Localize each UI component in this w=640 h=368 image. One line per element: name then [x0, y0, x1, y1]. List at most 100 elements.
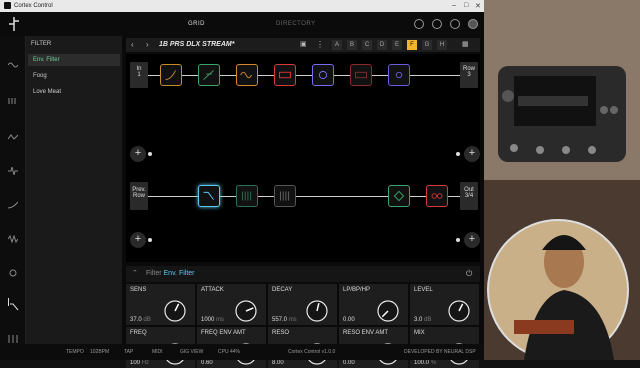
knob-dial-icon[interactable]	[447, 299, 471, 323]
add-symbol: +	[468, 147, 476, 159]
param-value[interactable]: 0.00	[343, 317, 355, 323]
param-number: 100.0	[414, 360, 430, 366]
param-value[interactable]: 557.0 ms	[272, 317, 297, 323]
slot-c[interactable]: C	[362, 40, 372, 50]
param-attack: ATTACK 1000 ms	[197, 284, 266, 325]
block-amp[interactable]	[274, 64, 296, 86]
row2-output[interactable]: Out 3/4	[460, 182, 478, 210]
row1-output-num: 3	[467, 72, 471, 78]
knob-dial-icon[interactable]	[376, 299, 400, 323]
collapse-icon[interactable]: ⌃	[132, 269, 138, 277]
add-row-button[interactable]: +	[464, 146, 480, 162]
block-delay[interactable]	[236, 185, 258, 207]
midi-button[interactable]: MIDI	[152, 349, 163, 355]
slot-f[interactable]: F	[407, 40, 417, 50]
param-number: 0.00	[343, 317, 355, 323]
power-icon[interactable]	[432, 19, 442, 29]
fx-item-foog[interactable]: Foog	[28, 70, 120, 82]
block-looper[interactable]	[426, 185, 448, 207]
param-value[interactable]: 37.0 dB	[130, 317, 151, 323]
cab-icon[interactable]	[7, 128, 19, 140]
eq-icon[interactable]	[7, 196, 19, 209]
tap-button[interactable]: TAP	[124, 349, 133, 355]
preset-name[interactable]: 1B PRS DLX STREAM*	[159, 41, 234, 48]
maximize-button[interactable]: □	[464, 2, 468, 9]
knob-dial-icon[interactable]	[163, 299, 187, 323]
param-label: SENS	[130, 287, 147, 293]
param-label: LP/BP/HP	[343, 287, 371, 293]
block-ir[interactable]	[388, 64, 410, 86]
save-icon[interactable]: ▣	[300, 40, 307, 48]
scene-grid-icon[interactable]: ▦	[462, 40, 469, 48]
add-row-button[interactable]: +	[464, 232, 480, 248]
block-gate[interactable]	[388, 185, 410, 207]
app-window: Cortex Control – □ ✕ GRID DIRECTORY FILT…	[0, 0, 484, 368]
more-icon[interactable]: ⋮	[316, 40, 324, 49]
row2-input-sublabel: Row	[132, 193, 145, 199]
drive-icon[interactable]	[8, 162, 18, 176]
add-symbol: +	[468, 233, 476, 245]
row1-input[interactable]: In 1	[130, 62, 148, 88]
gig-view-button[interactable]: GIG VIEW	[180, 349, 203, 355]
param-label: RESO	[272, 330, 290, 336]
close-button[interactable]: ✕	[475, 2, 481, 10]
tab-directory[interactable]: DIRECTORY	[276, 21, 316, 27]
tempo-value[interactable]: 102BPM	[90, 349, 109, 355]
fx-category-header: FILTER	[31, 41, 52, 47]
param-lp-bp-hp: LP/BP/HP 0.00	[339, 284, 408, 325]
slot-h[interactable]: H	[437, 40, 447, 50]
slot-b[interactable]: B	[347, 40, 357, 50]
row2-input[interactable]: Prev. Row	[130, 182, 148, 210]
row1-output[interactable]: Row 3	[460, 62, 478, 88]
modulation-icon[interactable]	[7, 230, 19, 244]
slot-e[interactable]: E	[392, 40, 402, 50]
knob-dial-icon[interactable]	[234, 299, 258, 323]
slot-a[interactable]: A	[332, 40, 342, 50]
block-drive[interactable]	[236, 64, 258, 86]
fx-list-panel: FILTER Env. Filter Foog Love Meat	[26, 36, 122, 344]
signal-grid: In 1 Row 3 + + Prev. Row Out 3/4 + +	[126, 54, 480, 262]
knob-dial-icon[interactable]	[305, 299, 329, 323]
user-icon[interactable]	[468, 19, 478, 29]
block-env-filter[interactable]	[198, 185, 220, 207]
utility-icon[interactable]	[8, 264, 18, 277]
slot-g[interactable]: G	[422, 40, 432, 50]
version-label: Cortex Control v1.0.0	[288, 349, 336, 355]
param-value[interactable]: 100 Hz	[130, 360, 149, 366]
fx-item-love-meat[interactable]: Love Meat	[28, 86, 120, 98]
param-value[interactable]: 0.00	[343, 360, 355, 366]
add-row-button[interactable]: +	[130, 146, 146, 162]
add-row-button[interactable]: +	[130, 232, 146, 248]
param-value[interactable]: 100.0 %	[414, 360, 436, 366]
next-preset-icon[interactable]: ›	[146, 40, 149, 49]
param-value[interactable]: 0.60	[201, 360, 213, 366]
block-eq[interactable]	[160, 64, 182, 86]
refresh-icon[interactable]	[414, 19, 424, 29]
param-number: 1000	[201, 317, 215, 323]
menu-icon[interactable]	[450, 19, 460, 29]
waveform-icon[interactable]	[7, 56, 19, 68]
webcam-image	[484, 0, 640, 360]
param-number: 100	[130, 360, 141, 366]
fx-item-env-filter[interactable]: Env. Filter	[28, 54, 120, 66]
tab-grid[interactable]: GRID	[188, 21, 205, 27]
param-decay: DECAY 557.0 ms	[268, 284, 337, 325]
bypass-power-icon[interactable]: ⏻	[466, 269, 472, 279]
prev-preset-icon[interactable]: ‹	[131, 40, 134, 49]
minimize-button[interactable]: –	[452, 2, 456, 9]
param-value[interactable]: 3.0 dB	[414, 317, 431, 323]
row1-wire	[148, 75, 460, 76]
param-value[interactable]: 8.00	[272, 360, 284, 366]
amp-icon[interactable]	[8, 92, 18, 104]
block-compressor[interactable]	[198, 64, 220, 86]
window-title: Cortex Control	[14, 3, 53, 9]
block-amp-bypassed[interactable]	[350, 64, 372, 86]
settings-icon[interactable]	[8, 330, 18, 343]
param-value[interactable]: 1000 ms	[201, 317, 224, 323]
block-cab[interactable]	[312, 64, 334, 86]
param-number: 3.0	[414, 317, 423, 323]
preset-bar: ‹ › 1B PRS DLX STREAM* ▣ ⋮ A B C D E F G…	[126, 38, 480, 52]
block-reverb[interactable]	[274, 185, 296, 207]
slot-d[interactable]: D	[377, 40, 387, 50]
filter-icon[interactable]	[8, 298, 19, 311]
